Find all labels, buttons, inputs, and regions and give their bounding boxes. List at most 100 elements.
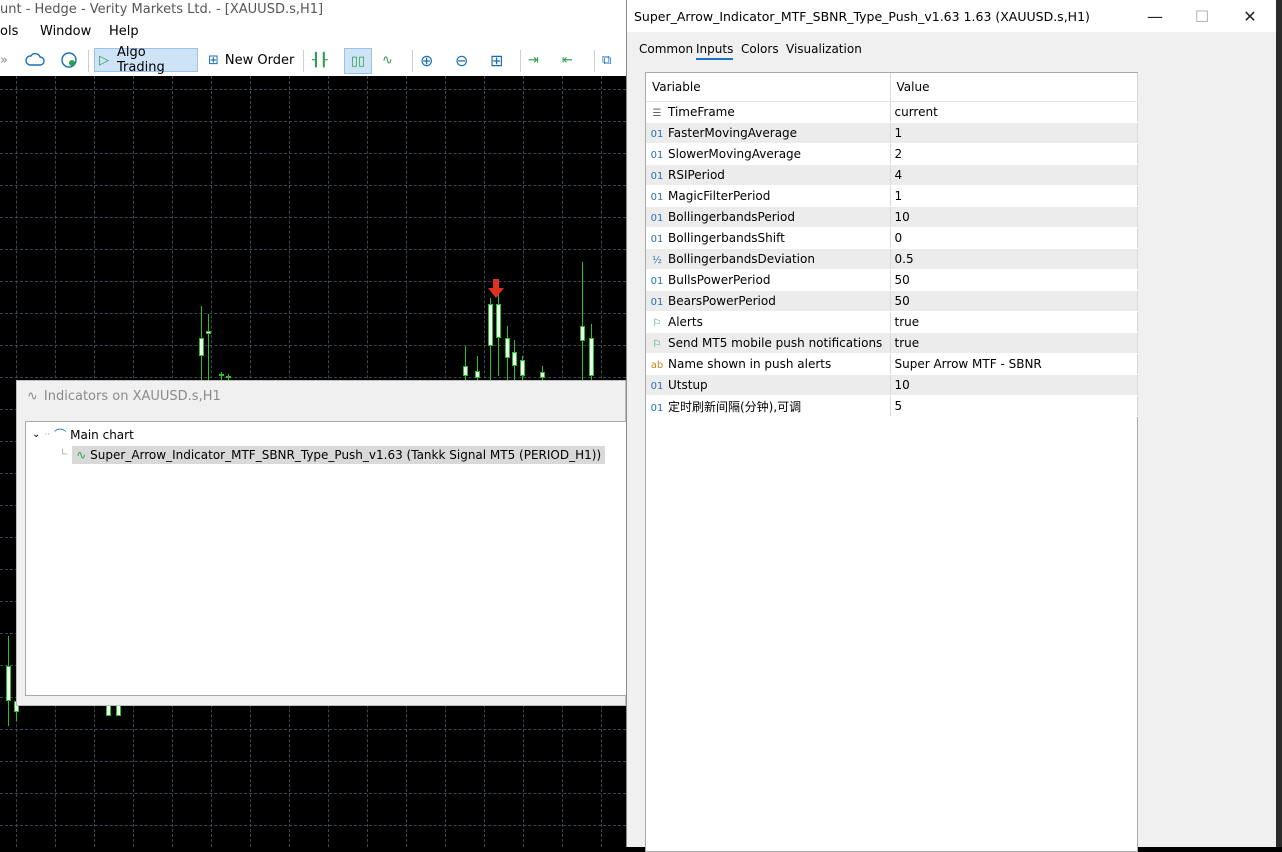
line-chart-icon[interactable]: ∿: [382, 48, 404, 72]
minimize-button[interactable]: —: [1132, 4, 1178, 28]
variable-name: MagicFilterPeriod: [668, 189, 771, 203]
variable-cell: ⚐ Send MT5 mobile push notifications: [646, 332, 891, 354]
tab-inputs[interactable]: Inputs: [696, 42, 734, 60]
value-cell[interactable]: 10: [890, 206, 1138, 228]
value-cell[interactable]: 10: [890, 374, 1138, 396]
variable-cell: ☰ TimeFrame: [646, 101, 891, 123]
tab-common[interactable]: Common: [639, 42, 693, 56]
table-row[interactable]: 01 BullsPowerPeriod 50: [646, 269, 1138, 291]
value-cell[interactable]: 4: [890, 164, 1138, 186]
value-cell[interactable]: Super Arrow MTF - SBNR: [890, 353, 1138, 375]
bool-icon: ⚐: [652, 318, 662, 329]
variable-name: TimeFrame: [668, 105, 735, 119]
app-title: unt - Hedge - Verity Markets Ltd. - [XAU…: [0, 2, 324, 17]
close-button[interactable]: ✕: [1227, 4, 1273, 28]
new-order-icon: ⊞: [208, 52, 219, 68]
value-cell[interactable]: 50: [890, 269, 1138, 291]
algo-trading-label: Algo Trading: [117, 45, 165, 75]
variable-name: BollingerbandsDeviation: [668, 252, 815, 266]
candle-body: [219, 374, 224, 376]
variable-cell: 01 BollingerbandsShift: [646, 227, 891, 249]
table-row[interactable]: 01 BearsPowerPeriod 50: [646, 290, 1138, 312]
variable-name: BollingerbandsPeriod: [668, 210, 795, 224]
candle-body: [540, 372, 545, 378]
properties-tabs: Common Inputs Colors Visualization: [627, 32, 1282, 62]
indicators-title-text: Indicators on XAUUSD.s,H1: [43, 389, 221, 404]
int-icon: 01: [650, 150, 664, 161]
table-row[interactable]: ⚐ Alerts true: [646, 311, 1138, 333]
candle-body: [496, 304, 501, 338]
tab-visualization[interactable]: Visualization: [786, 42, 862, 56]
variable-name: Name shown in push alerts: [668, 357, 832, 371]
candlestick-icon[interactable]: ▯▯: [344, 48, 372, 74]
variable-name: Alerts: [668, 315, 703, 329]
menu-tools[interactable]: ols: [0, 24, 18, 39]
value-cell[interactable]: 0.5: [890, 248, 1138, 270]
variable-cell: 01 SlowerMovingAverage: [646, 143, 891, 165]
table-row[interactable]: 01 BollingerbandsShift 0: [646, 227, 1138, 249]
int-icon: 01: [650, 234, 664, 245]
candle-body: [475, 371, 480, 378]
maximize-button[interactable]: ☐: [1179, 4, 1225, 28]
candle-body: [206, 331, 211, 334]
candle-body: [199, 338, 204, 356]
zoom-out-icon[interactable]: ⊖: [455, 48, 479, 72]
variable-cell: ½ BollingerbandsDeviation: [646, 248, 891, 270]
table-row[interactable]: ⚐ Send MT5 mobile push notifications true: [646, 332, 1138, 354]
algo-trading-button[interactable]: ▷ Algo Trading: [94, 45, 198, 75]
candle-body: [589, 338, 594, 376]
tree-node-indicator-label[interactable]: ∿ Super_Arrow_Indicator_MTF_SBNR_Type_Pu…: [72, 446, 606, 464]
variable-cell: 01 MagicFilterPeriod: [646, 185, 891, 207]
value-cell[interactable]: 0: [890, 227, 1138, 249]
tab-colors[interactable]: Colors: [741, 42, 779, 56]
menu-window[interactable]: Window: [40, 24, 91, 39]
int-icon: 01: [650, 381, 664, 392]
table-row[interactable]: 01 FasterMovingAverage 1: [646, 122, 1138, 144]
chevron-down-icon[interactable]: ⌄: [32, 429, 40, 440]
variable-cell: 01 BearsPowerPeriod: [646, 290, 891, 312]
play-icon: ▷: [99, 52, 109, 68]
table-row[interactable]: ☰ TimeFrame current: [646, 101, 1138, 123]
variable-cell: ab Name shown in push alerts: [646, 353, 891, 375]
tree-node-indicator[interactable]: └· ∿ Super_Arrow_Indicator_MTF_SBNR_Type…: [60, 446, 606, 464]
chart-shift-icon[interactable]: ⇤: [562, 48, 586, 72]
value-cell[interactable]: 1: [890, 185, 1138, 207]
candle-body: [505, 338, 510, 358]
candle-wick: [208, 314, 209, 381]
table-row[interactable]: ½ BollingerbandsDeviation 0.5: [646, 248, 1138, 270]
table-row[interactable]: 01 定时刷新间隔(分钟),可调 5: [646, 395, 1138, 417]
scroll-end-icon[interactable]: ⇥: [528, 48, 552, 72]
table-row[interactable]: ab Name shown in push alerts Super Arrow M…: [646, 353, 1138, 375]
candle-body: [520, 360, 525, 376]
value-cell[interactable]: 5: [890, 395, 1138, 417]
value-cell[interactable]: 1: [890, 122, 1138, 144]
new-order-button[interactable]: ⊞ New Order: [208, 48, 298, 72]
table-row[interactable]: 01 BollingerbandsPeriod 10: [646, 206, 1138, 228]
zoom-in-icon[interactable]: ⊕: [420, 48, 444, 72]
value-cell[interactable]: 50: [890, 290, 1138, 312]
vps-icon[interactable]: [58, 48, 80, 72]
int-icon: 01: [650, 297, 664, 308]
candle-body: [463, 366, 468, 376]
table-row[interactable]: 01 SlowerMovingAverage 2: [646, 143, 1138, 165]
cloud-icon[interactable]: [24, 48, 46, 72]
column-header-variable[interactable]: Variable: [646, 73, 891, 102]
screenshot-icon[interactable]: ⧉: [602, 48, 622, 72]
column-header-value[interactable]: Value: [890, 73, 1138, 102]
table-row[interactable]: 01 RSIPeriod 4: [646, 164, 1138, 186]
enum-icon: ☰: [652, 108, 662, 119]
table-row[interactable]: 01 MagicFilterPeriod 1: [646, 185, 1138, 207]
menu-help[interactable]: Help: [109, 24, 139, 39]
value-cell[interactable]: current: [890, 101, 1138, 123]
table-row[interactable]: 01 Utstup 10: [646, 374, 1138, 396]
value-cell[interactable]: true: [890, 332, 1138, 354]
signal-icon[interactable]: »: [0, 48, 14, 72]
value-cell[interactable]: true: [890, 311, 1138, 333]
variable-name: FasterMovingAverage: [668, 126, 798, 140]
variable-cell: ⚐ Alerts: [646, 311, 891, 333]
value-cell[interactable]: 2: [890, 143, 1138, 165]
indicators-tree: ⌄ ·· ⌒ Main chart └· ∿ Super_Arrow_Indic…: [25, 421, 627, 696]
bar-chart-icon[interactable]: ┨┠: [312, 48, 334, 72]
tree-node-main-chart[interactable]: ⌄ ·· ⌒ Main chart: [32, 426, 134, 443]
grid-icon[interactable]: ⊞: [490, 48, 514, 72]
